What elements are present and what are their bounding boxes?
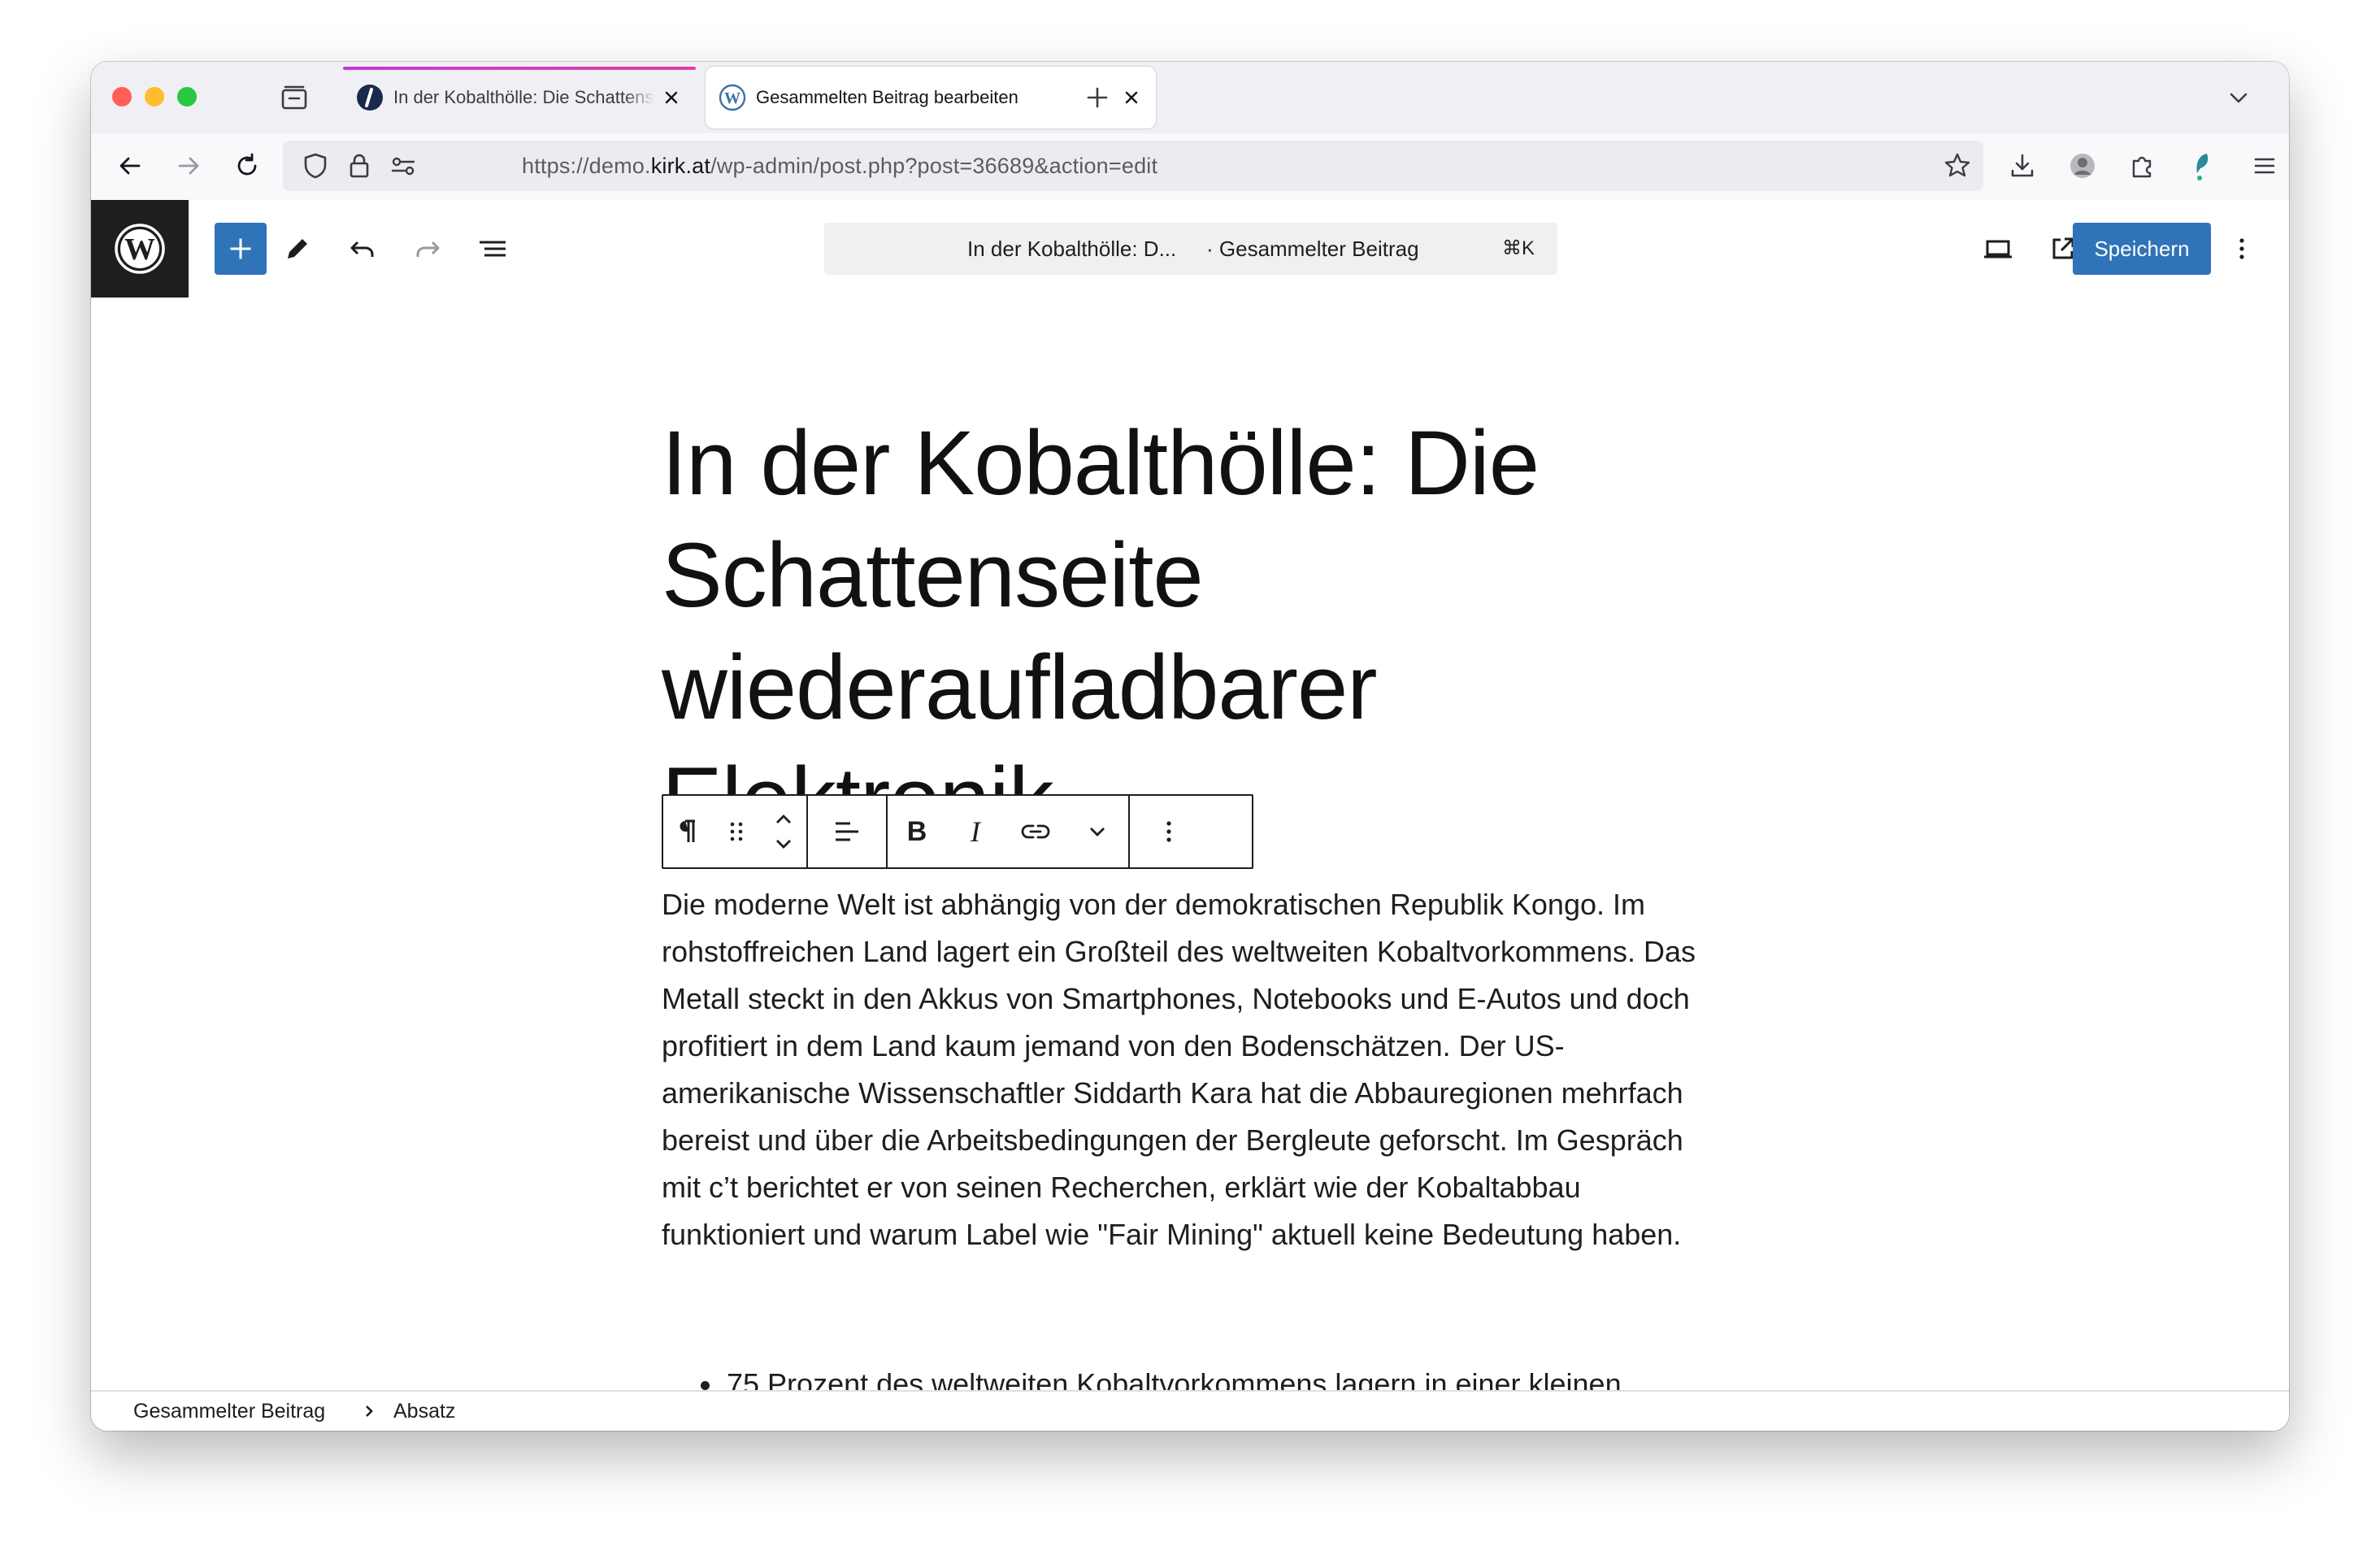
block-mover xyxy=(761,796,806,867)
italic-icon[interactable]: I xyxy=(946,796,1005,867)
list-block: 75 Prozent des weltweiten Kobaltvorkomme… xyxy=(662,1361,1726,1392)
svg-text:W: W xyxy=(724,89,740,107)
move-down-chevron-icon[interactable] xyxy=(772,836,795,852)
close-icon[interactable] xyxy=(1120,86,1143,109)
bold-icon[interactable]: B xyxy=(888,796,946,867)
redo-icon[interactable] xyxy=(405,226,450,272)
block-toolbar: B I xyxy=(662,794,1253,869)
wordpress-icon: W xyxy=(719,84,746,111)
list-all-tabs-chevron-icon[interactable] xyxy=(2226,85,2252,111)
document-overview-list-icon[interactable] xyxy=(470,226,515,272)
tab-title: Gesammelten Beitrag bearbeiten xyxy=(756,87,1018,107)
minimize-window-button[interactable] xyxy=(145,87,164,106)
navigation-bar: https://demo.kirk.at/wp-admin/post.php?p… xyxy=(91,133,2289,202)
post-type-label: · Gesammelter Beitrag xyxy=(1206,237,1419,261)
forward-arrow-icon[interactable] xyxy=(172,150,205,182)
block-toolbar-group-format: B I xyxy=(888,796,1130,867)
extension-feather-icon[interactable] xyxy=(2187,150,2219,182)
preview-device-laptop-icon[interactable] xyxy=(1975,226,2021,272)
paragraph-block[interactable]: Die moderne Welt ist abhängig von der de… xyxy=(662,881,1726,1258)
site-permissions-icon[interactable] xyxy=(387,150,419,182)
svg-text:W: W xyxy=(124,232,155,267)
tab-heise-article[interactable]: In der Kobalthölle: Die Schattenseite wi… xyxy=(343,67,696,128)
document-title: In der Kobalthölle: D... xyxy=(967,237,1177,261)
tab-sound-indicator xyxy=(343,67,696,70)
close-icon[interactable] xyxy=(660,86,683,109)
align-left-icon[interactable] xyxy=(808,796,886,867)
chevron-right-icon xyxy=(359,1401,379,1421)
move-up-chevron-icon[interactable] xyxy=(772,811,795,828)
block-options-vertical-icon[interactable] xyxy=(1130,796,1208,867)
breadcrumb-item-document[interactable]: Gesammelter Beitrag xyxy=(133,1392,325,1431)
block-toolbar-group-block xyxy=(663,796,808,867)
lock-icon[interactable] xyxy=(343,150,376,182)
bookmark-star-icon[interactable] xyxy=(1941,150,1974,182)
tab-title: In der Kobalthölle: Die Schattenseite wi… xyxy=(393,87,655,107)
tab-overview-icon[interactable] xyxy=(280,83,309,112)
reload-icon[interactable] xyxy=(231,150,263,182)
command-palette-bar[interactable]: In der Kobalthölle: D... · Gesammelter B… xyxy=(824,223,1557,275)
tab-strip: In der Kobalthölle: Die Schattenseite wi… xyxy=(91,62,2289,133)
extensions-puzzle-icon[interactable] xyxy=(2126,150,2159,182)
editor-header: W In der Kobalthölle: D... · Gesammelter… xyxy=(91,200,2289,299)
downloads-icon[interactable] xyxy=(2006,150,2039,182)
zoom-window-button[interactable] xyxy=(177,87,197,106)
block-toolbar-group-options xyxy=(1130,796,1208,867)
keyboard-shortcut-hint: ⌘K xyxy=(1501,237,1535,259)
heise-icon xyxy=(356,84,384,111)
tracking-shield-icon[interactable] xyxy=(299,150,332,182)
block-toolbar-group-align xyxy=(808,796,888,867)
address-bar[interactable]: https://demo.kirk.at/wp-admin/post.php?p… xyxy=(283,141,1983,191)
edit-tools-pencil-icon[interactable] xyxy=(275,226,320,272)
post-title[interactable]: In der Kobalthölle: Die Schattenseite wi… xyxy=(662,407,1637,856)
list-item[interactable]: 75 Prozent des weltweiten Kobaltvorkomme… xyxy=(701,1361,1726,1392)
block-breadcrumb-footer: Gesammelter Beitrag Absatz xyxy=(91,1390,2289,1431)
undo-icon[interactable] xyxy=(340,226,385,272)
back-arrow-icon[interactable] xyxy=(114,150,146,182)
add-block-button[interactable] xyxy=(215,223,267,275)
browser-window: In der Kobalthölle: Die Schattenseite wi… xyxy=(91,62,2289,1431)
options-more-vertical-icon[interactable] xyxy=(2219,226,2265,272)
more-rich-text-chevron-icon[interactable] xyxy=(1066,796,1128,867)
menu-hamburger-icon[interactable] xyxy=(2248,150,2281,182)
link-icon[interactable] xyxy=(1005,796,1066,867)
close-window-button[interactable] xyxy=(112,87,132,106)
editor-canvas: In der Kobalthölle: Die Schattenseite wi… xyxy=(91,298,2289,1392)
url-text[interactable]: https://demo.kirk.at/wp-admin/post.php?p… xyxy=(522,141,1157,191)
paragraph-block-type-icon[interactable] xyxy=(663,796,712,867)
breadcrumb-item-block[interactable]: Absatz xyxy=(393,1392,455,1431)
save-button[interactable]: Speichern xyxy=(2073,223,2211,275)
drag-handle-icon[interactable] xyxy=(712,796,761,867)
account-avatar-icon[interactable] xyxy=(2066,150,2099,182)
new-tab-plus-icon[interactable] xyxy=(1084,85,1110,111)
plus-icon xyxy=(230,238,251,259)
wordpress-logo-icon[interactable]: W xyxy=(91,200,189,298)
